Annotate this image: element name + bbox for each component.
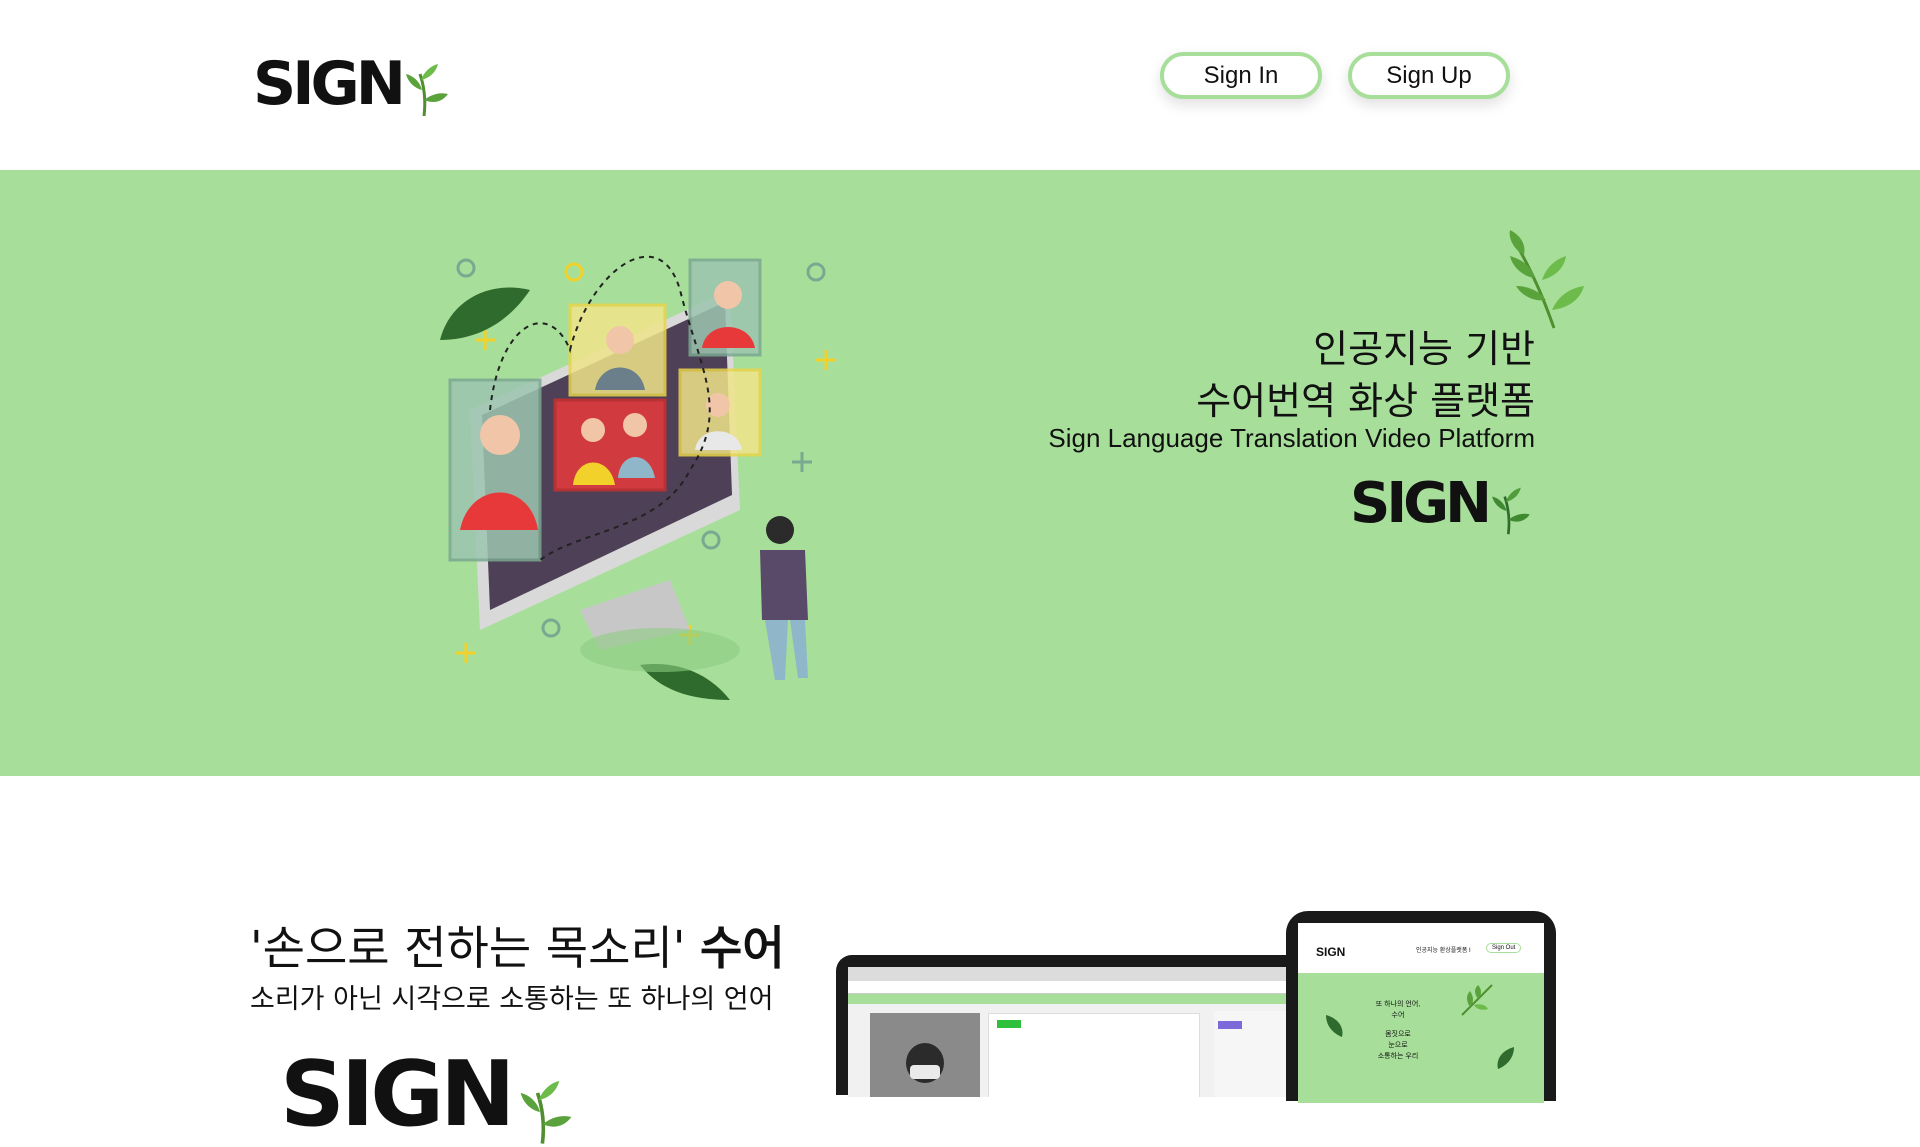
video-tile-empty: [988, 1013, 1200, 1097]
hero-title-line2: 수어번역 화상 플랫폼: [1196, 379, 1535, 423]
feature-logo: SIGN: [280, 1042, 576, 1147]
video-call-illustration: [440, 255, 836, 700]
leaf-sprig-icon: [1461, 984, 1493, 1016]
sign-in-label: Sign In: [1203, 61, 1279, 89]
laptop-mockup: [836, 955, 1330, 1097]
leaf-icon: [406, 64, 448, 117]
hero-subtitle: Sign Language Translation Video Platform: [1048, 423, 1535, 453]
feature-logo-text: SIGN: [280, 1042, 515, 1147]
video-tile-participant: [870, 1013, 980, 1097]
hero-logo-text: SIGN: [1350, 471, 1492, 536]
browser-address-bar: [848, 981, 1318, 994]
leaf-icon: [1492, 487, 1530, 535]
feature-heading-strong: 수어: [700, 921, 785, 975]
hero-banner: [0, 170, 1920, 776]
logo-text: SIGN: [253, 49, 406, 119]
leaf-icon: [520, 1080, 571, 1144]
tablet-nav-text: 인공지능 환상플랫폼 I: [1416, 948, 1471, 954]
hero-logo: SIGN: [1350, 471, 1532, 536]
feature-heading-quote: '손으로 전하는 목소리': [250, 921, 686, 975]
leaf-icon: [1497, 1047, 1514, 1069]
sign-in-button[interactable]: Sign In: [1160, 52, 1322, 99]
feature-subheading: 소리가 아닌 시각으로 소통하는 또 하나의 언어: [250, 984, 774, 1015]
tablet-mockup: SIGN 인공지능 환상플랫폼 I Sign Out 또 하나의 언어, 수어 …: [1286, 911, 1556, 1103]
tablet-screen: SIGN 인공지능 환상플랫폼 I Sign Out 또 하나의 언어, 수어 …: [1298, 923, 1544, 1103]
leaf-sprig-icon: [1509, 230, 1584, 329]
app-top-strip: [848, 994, 1318, 1004]
tablet-line4: 눈으로: [1388, 1042, 1408, 1049]
feature-heading: '손으로 전하는 목소리' 수어: [250, 912, 785, 978]
header-logo[interactable]: SIGN: [253, 49, 450, 119]
browser-tab-bar: [848, 967, 1318, 981]
leaf-icon: [1326, 1015, 1343, 1037]
tablet-sign-out-button: Sign Out: [1486, 943, 1522, 953]
tablet-logo-text: SIGN: [1316, 945, 1346, 959]
tablet-header: SIGN 인공지능 환상플랫폼 I Sign Out: [1298, 923, 1544, 973]
sign-up-button[interactable]: Sign Up: [1348, 52, 1510, 99]
sign-up-label: Sign Up: [1386, 61, 1472, 89]
laptop-screen: [848, 967, 1318, 1097]
tablet-line5: 소통하는 우리: [1377, 1053, 1419, 1060]
hero-title-line1: 인공지능 기반: [1313, 327, 1535, 371]
